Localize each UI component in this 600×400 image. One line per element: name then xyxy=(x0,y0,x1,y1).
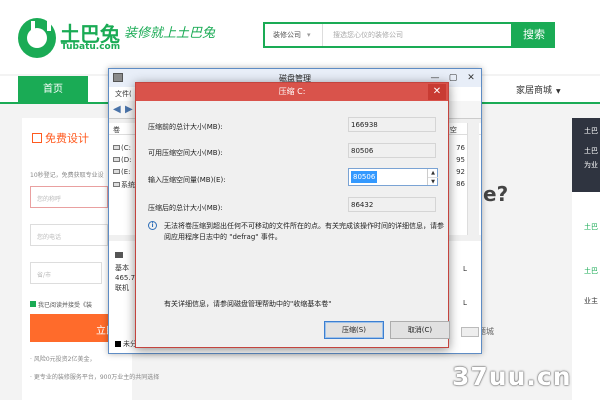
shrink-dialog-titlebar[interactable]: 压缩 C: ✕ xyxy=(136,83,448,101)
forward-arrow-icon[interactable]: ▶ xyxy=(125,104,133,115)
nav-mall[interactable]: 家居商城 ▼ xyxy=(516,83,561,96)
shrink-dialog-title: 压缩 C: xyxy=(278,87,306,96)
search-button[interactable]: 搜索 xyxy=(513,22,555,48)
volume-name-text: 系统 xyxy=(121,181,135,189)
agree-text: 我已阅读并接受《装 xyxy=(38,302,93,309)
volume-name-text: (D: xyxy=(121,156,132,164)
rabbit-logo-icon[interactable] xyxy=(18,18,56,58)
shrink-amount-label: 输入压缩空间量(MB)(E): xyxy=(148,176,226,184)
back-arrow-icon[interactable]: ◀ xyxy=(113,104,121,115)
free-design-title: 免费设计 xyxy=(32,130,89,146)
edit-icon xyxy=(32,133,42,143)
watermark-text: 37uu.cn xyxy=(452,362,572,391)
bg-question-text: e? xyxy=(483,182,509,206)
shrink-info-text: 无法将卷压缩到超出任何不可移动的文件所在的点。有关完成该操作时间的详细信息，请参… xyxy=(164,222,444,241)
drive-icon xyxy=(113,157,120,162)
disk-scroll-handle[interactable] xyxy=(461,327,479,337)
volume-name: (C: xyxy=(113,144,131,152)
nav-home[interactable]: 首页 xyxy=(18,76,88,104)
disk-icon xyxy=(115,252,123,258)
chevron-down-icon: ▾ xyxy=(307,31,311,39)
volume-name: (E: xyxy=(113,168,131,176)
disk-partition-label: L xyxy=(463,299,467,307)
volume-name-text: (E: xyxy=(121,168,131,176)
footnote-2: · 更专业的装修服务平台，900万业主的共同选择 xyxy=(30,374,160,381)
available-value: 80506 xyxy=(348,143,436,158)
right-strip: 土巴 土巴 为业 土巴 土巴 业主 xyxy=(572,118,600,400)
column-volume[interactable]: 卷 xyxy=(113,125,120,135)
drive-icon xyxy=(113,169,120,174)
shrink-button[interactable]: 压缩(S) xyxy=(324,321,384,339)
volume-list-scrollbar[interactable] xyxy=(467,123,479,235)
search-input[interactable]: 搜选您心仪的装修公司 xyxy=(333,30,403,40)
search-box: 装修公司 ▾ 搜选您心仪的装修公司 xyxy=(263,22,513,48)
info-icon: i xyxy=(148,221,157,230)
logo-url: Tubatu.com xyxy=(61,42,121,52)
city-select[interactable]: 省/市 xyxy=(30,262,102,284)
search-category-select[interactable]: 装修公司 ▾ xyxy=(265,24,323,46)
volume-name: (D: xyxy=(113,156,131,164)
total-before-value: 166938 xyxy=(348,117,436,132)
total-after-label: 压缩后的总计大小(MB): xyxy=(148,204,223,212)
volume-name: 系统 xyxy=(113,180,135,190)
free-design-tip: 10秒登记，免费获取专业设 xyxy=(30,172,104,179)
shrink-dialog: 压缩 C: ✕ 压缩前的总计大小(MB): 166938 可用压缩空间大小(MB… xyxy=(135,82,450,348)
disk-partition-label: L xyxy=(463,265,467,273)
stepper-buttons: ▲ ▼ xyxy=(427,169,438,185)
right-text-1: 土巴 xyxy=(584,127,598,135)
site-header: 土巴兔 Tubatu.com 装修就上土巴兔 装修公司 ▾ 搜选您心仪的装修公司 … xyxy=(0,0,600,74)
right-text-4: 土巴 xyxy=(584,223,598,231)
right-text-5: 土巴 xyxy=(584,267,598,275)
search-category-label: 装修公司 xyxy=(273,31,301,39)
legend-swatch xyxy=(115,341,121,347)
close-icon[interactable]: ✕ xyxy=(463,71,479,85)
stepper-down-icon[interactable]: ▼ xyxy=(428,177,438,185)
free-design-title-text: 免费设计 xyxy=(45,132,89,145)
right-text-3: 为业 xyxy=(584,161,598,169)
nav-mall-label: 家居商城 xyxy=(516,86,553,96)
available-label: 可用压缩空间大小(MB): xyxy=(148,149,223,157)
slogan: 装修就上土巴兔 xyxy=(124,26,216,41)
agree-checkbox[interactable]: 我已阅读并接受《装 xyxy=(30,300,92,309)
menu-file[interactable]: 文件( xyxy=(115,89,132,99)
drive-icon xyxy=(113,182,120,187)
shrink-amount-stepper[interactable]: 80506 ▲ ▼ xyxy=(348,168,438,186)
help-text: 有关详细信息，请参阅磁盘管理帮助中的"收缩基本卷" xyxy=(164,300,332,308)
caret-down-icon: ▼ xyxy=(556,88,561,95)
shrink-amount-input[interactable]: 80506 xyxy=(351,171,378,183)
checkbox-icon xyxy=(30,301,36,307)
phone-field[interactable]: 您的电话 xyxy=(30,224,108,246)
shrink-dialog-body: 压缩前的总计大小(MB): 166938 可用压缩空间大小(MB): 80506… xyxy=(136,101,450,347)
total-before-label: 压缩前的总计大小(MB): xyxy=(148,123,223,131)
volume-name-text: (C: xyxy=(121,144,131,152)
right-text-2: 土巴 xyxy=(584,147,598,155)
stepper-up-icon[interactable]: ▲ xyxy=(428,169,438,177)
legend-unallocated: 未分 xyxy=(115,339,137,349)
right-text-6: 业主 xyxy=(584,297,598,305)
cancel-button[interactable]: 取消(C) xyxy=(390,321,450,339)
total-after-value: 86432 xyxy=(348,197,436,212)
footnote-1: · 风险0元投资2亿美金， xyxy=(30,356,96,363)
name-field[interactable]: 您的称呼 xyxy=(30,186,108,208)
close-icon[interactable]: ✕ xyxy=(428,84,446,100)
drive-icon xyxy=(113,145,120,150)
